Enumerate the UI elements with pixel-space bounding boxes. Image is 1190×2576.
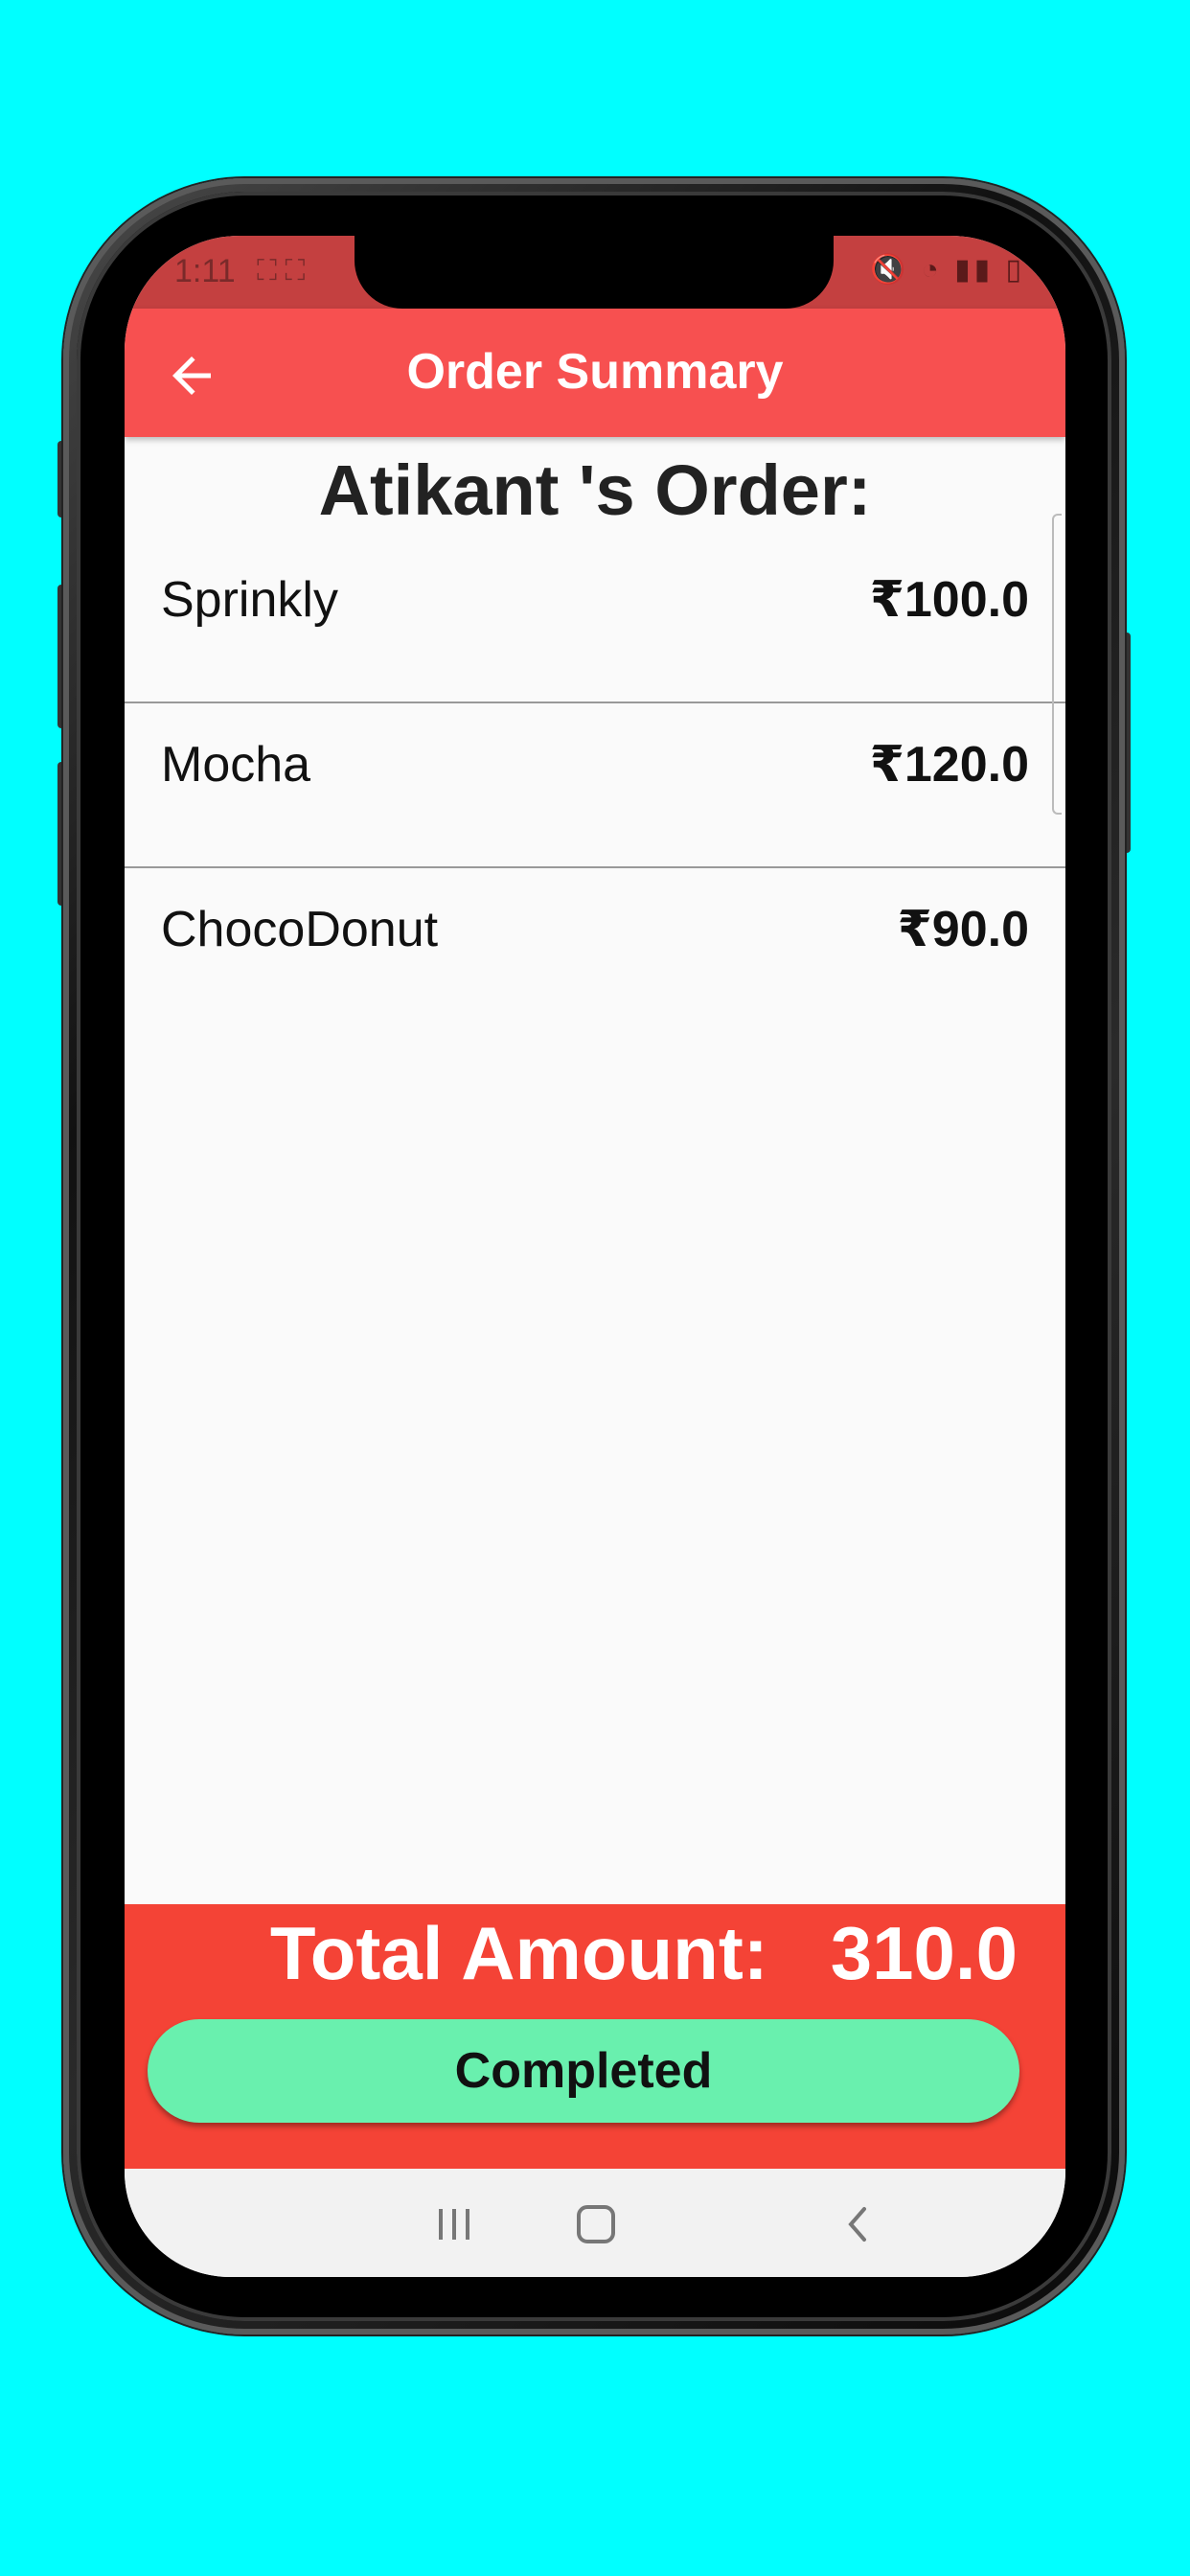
back-icon[interactable] — [837, 2203, 880, 2245]
list-item[interactable]: Sprinkly ₹100.0 — [125, 539, 1065, 703]
status-time: 1:11 — [174, 253, 236, 289]
screenshot-icon: ⛶ ⛶ — [257, 255, 306, 287]
scrollbar[interactable] — [1052, 514, 1062, 815]
total-value: 310.0 — [830, 1911, 1018, 1995]
battery-charging-icon: ▯ — [1005, 254, 1025, 286]
mute-icon: 🔇 — [869, 254, 910, 286]
home-icon[interactable] — [575, 2203, 617, 2245]
total-amount: Total Amount: 310.0 — [270, 1910, 1018, 1997]
list-item[interactable]: Mocha ₹120.0 — [125, 703, 1065, 868]
item-name: ChocoDonut — [161, 902, 439, 957]
completed-button[interactable]: Completed — [148, 2019, 1019, 2123]
system-nav-bar — [125, 2169, 1065, 2277]
status-icons: 🔇 ◔ ▮▮ ▯ — [870, 253, 1025, 287]
order-heading: Atikant 's Order: — [318, 450, 872, 530]
item-name: Mocha — [161, 737, 311, 793]
page-title: Order Summary — [406, 344, 784, 400]
phone-screen: 1:11 ⛶ ⛶ 🔇 ◔ ▮▮ ▯ Order Summary Atikant … — [125, 236, 1065, 2277]
list-item[interactable]: ChocoDonut ₹90.0 — [125, 868, 1065, 1031]
order-footer: Total Amount: 310.0 Completed — [125, 1904, 1065, 2169]
recent-apps-icon[interactable] — [433, 2203, 475, 2245]
signal-icon: ▮▮ — [954, 254, 995, 286]
total-label: Total Amount: — [269, 1911, 768, 1995]
app-bar: Order Summary — [125, 309, 1065, 437]
item-price: ₹100.0 — [869, 572, 1029, 628]
order-content: Atikant 's Order: Sprinkly ₹100.0 Mocha … — [125, 437, 1065, 1031]
wifi-icon: ◔ — [921, 254, 943, 286]
item-price: ₹120.0 — [869, 737, 1029, 793]
item-name: Sprinkly — [161, 572, 338, 628]
camera-notch — [355, 236, 834, 309]
item-price: ₹90.0 — [897, 902, 1029, 957]
